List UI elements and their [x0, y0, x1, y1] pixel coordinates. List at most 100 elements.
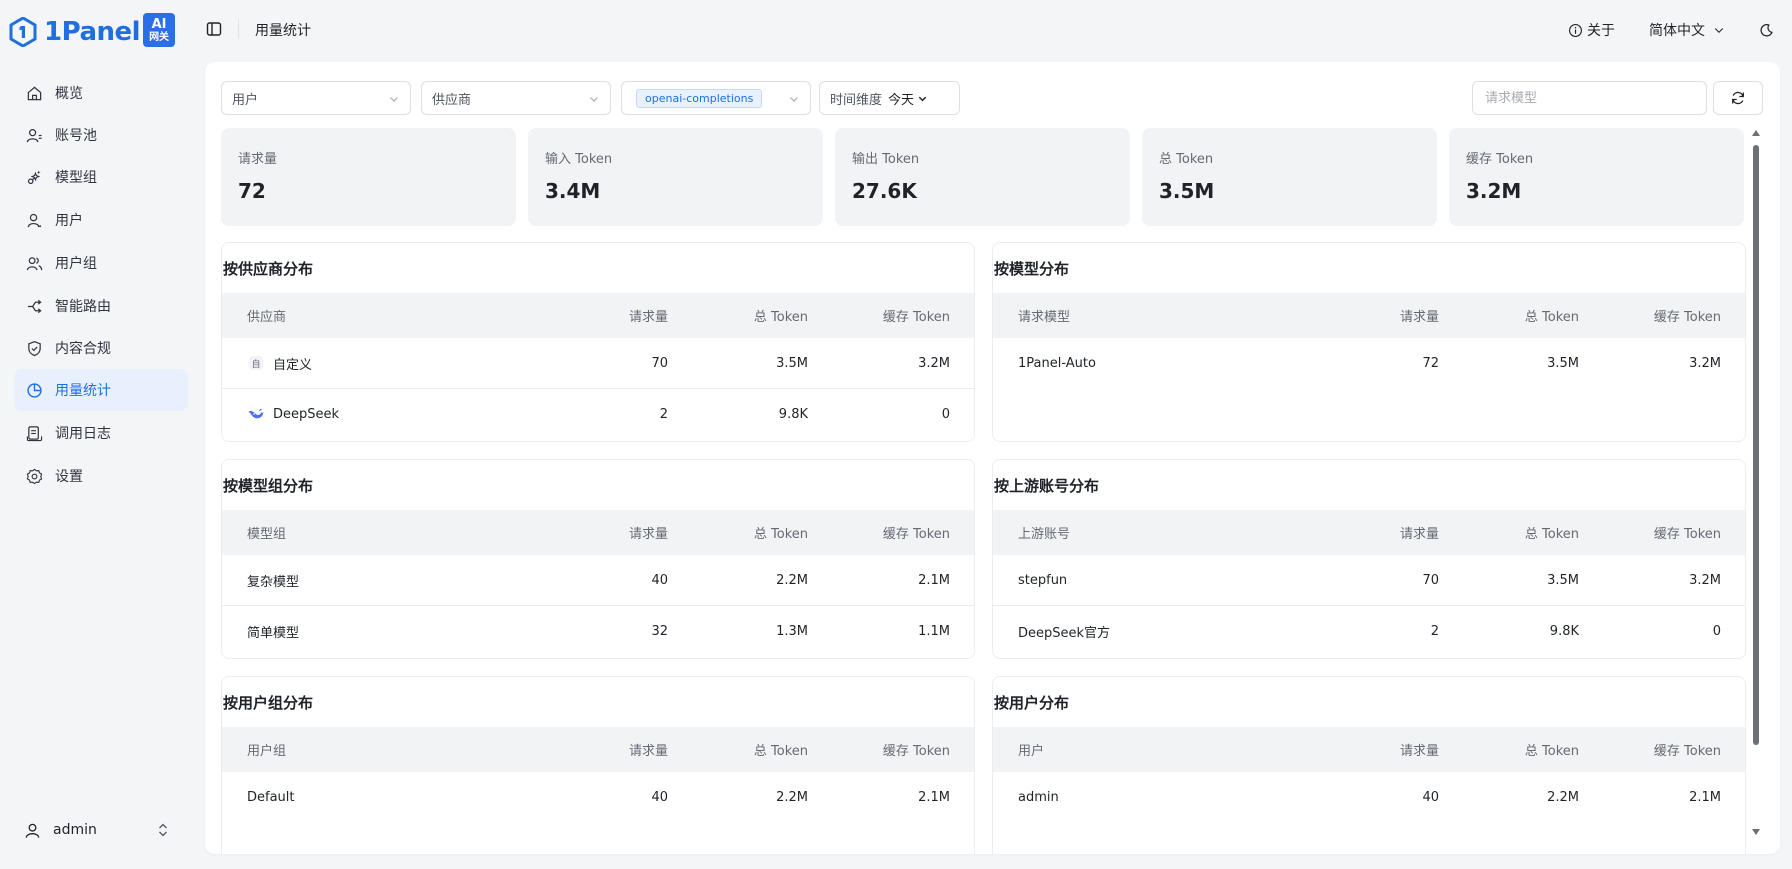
language-select[interactable]: 简体中文 [1649, 20, 1725, 40]
sidebar-item-usage-stats[interactable]: 用量统计 [14, 369, 188, 411]
panel-by-user: 按用户分布 用户 请求量 总 Token 缓存 Token admin 40 2… [992, 676, 1746, 854]
model-group-cell: 复杂模型 [247, 574, 300, 590]
about-link[interactable]: 关于 [1568, 20, 1615, 40]
col-header: 请求量 [628, 744, 668, 759]
table-row: 复杂模型 40 2.2M 2.1M [222, 555, 974, 606]
user-filter-placeholder: 用户 [232, 92, 259, 108]
stat-label: 输出 Token [852, 152, 920, 167]
model-group-cell: 简单模型 [247, 626, 300, 641]
requests-cell: 72 [1422, 356, 1439, 371]
total-token-cell: 3.5M [1547, 572, 1579, 588]
provider-filter-select[interactable]: 供应商 [421, 81, 611, 115]
sidebar-item-compliance[interactable]: 内容合规 [14, 327, 188, 369]
refresh-button[interactable] [1713, 81, 1763, 115]
col-header: 缓存 Token [882, 310, 950, 325]
stat-card-input-token: 输入 Token 3.4M [528, 128, 823, 226]
col-header: 请求量 [628, 527, 668, 542]
refresh-icon [1732, 91, 1744, 105]
table-row: stepfun 70 3.5M 3.2M [993, 555, 1745, 606]
cache-token-cell: 2.1M [918, 790, 950, 805]
table-header: 用户 请求量 总 Token 缓存 Token [993, 727, 1745, 772]
dark-mode-moon-icon[interactable] [1759, 23, 1774, 38]
col-header: 总 Token [1524, 527, 1579, 542]
request-model-search-input[interactable] [1472, 81, 1707, 115]
user-filter-select[interactable]: 用户 [221, 81, 411, 115]
provider-name: DeepSeek [273, 407, 340, 422]
col-header: 缓存 Token [1653, 744, 1721, 759]
top-bar: 1Panel AI 网关 用量统计 关于 简体中文 [0, 0, 1792, 60]
stat-value: 3.5M [1159, 179, 1215, 203]
table-header: 上游账号 请求量 总 Token 缓存 Token [993, 510, 1745, 555]
col-header: 总 Token [753, 527, 808, 542]
pie-chart-icon [27, 382, 42, 398]
about-label: 关于 [1587, 23, 1615, 39]
col-header: 上游账号 [1018, 527, 1071, 542]
scrollbar-thumb[interactable] [1753, 145, 1759, 745]
requests-cell: 40 [1422, 790, 1439, 805]
main-content: 用户 供应商 openai-completions 时间维度 今天 请求量 72… [205, 62, 1780, 854]
brand-logo[interactable]: 1Panel AI 网关 [8, 12, 176, 52]
col-header: 请求量 [628, 310, 668, 325]
cache-token-cell: 3.2M [1689, 356, 1721, 371]
sidebar-item-overview[interactable]: 概览 [14, 72, 188, 114]
sidebar-item-call-logs[interactable]: 调用日志 [14, 412, 188, 454]
table-header: 用户组 请求量 总 Token 缓存 Token [222, 727, 974, 772]
endpoint-filter-select[interactable]: openai-completions [621, 81, 811, 115]
stat-value: 72 [238, 179, 266, 203]
table-header: 请求模型 请求量 总 Token 缓存 Token [993, 293, 1745, 338]
stat-label: 输入 Token [545, 152, 613, 167]
custom-provider-icon: 自 [249, 356, 263, 370]
sidebar-item-label: 用户 [55, 213, 83, 229]
table-row: admin 40 2.2M 2.1M [993, 772, 1745, 823]
requests-cell: 2 [1430, 624, 1439, 639]
chevron-up-down-icon [159, 823, 167, 837]
chevron-down-icon [590, 97, 598, 102]
provider-filter-placeholder: 供应商 [432, 92, 472, 108]
sidebar-item-label: 用量统计 [55, 383, 111, 399]
sidebar-item-users[interactable]: 用户 [14, 199, 188, 241]
table-row: 简单模型 32 1.3M 1.1M [222, 606, 974, 657]
panel-by-model-group: 按模型组分布 模型组 请求量 总 Token 缓存 Token 复杂模型 40 … [221, 459, 975, 659]
cache-token-cell: 1.1M [918, 624, 950, 639]
total-token-cell: 3.5M [776, 355, 808, 371]
sidebar-item-smart-route[interactable]: 智能路由 [14, 285, 188, 327]
panel-title: 按用户组分布 [223, 694, 314, 712]
provider-name: 自定义 [273, 357, 313, 373]
total-token-cell: 2.2M [1547, 790, 1579, 805]
sidebar-item-label: 智能路由 [55, 299, 111, 315]
shield-icon [28, 340, 41, 356]
sidebar-item-account-pool[interactable]: 账号池 [14, 114, 188, 156]
stat-label: 请求量 [238, 152, 278, 167]
time-dimension-value: 今天 [888, 92, 915, 108]
brand-badge-top: AI [151, 16, 167, 32]
sidebar-item-settings[interactable]: 设置 [14, 455, 188, 497]
deepseek-whale-icon [248, 408, 264, 418]
table-row: 1Panel-Auto 72 3.5M 3.2M [993, 338, 1745, 389]
content-scrollbar[interactable] [1751, 130, 1761, 835]
endpoint-chip[interactable]: openai-completions [636, 88, 763, 108]
sidebar-item-user-groups[interactable]: 用户组 [14, 242, 188, 284]
header-actions: 关于 简体中文 [1568, 16, 1774, 44]
sidebar-item-model-group[interactable]: 模型组 [14, 156, 188, 198]
user-menu[interactable]: admin [14, 810, 184, 850]
panel-title: 按供应商分布 [223, 260, 314, 278]
col-header: 总 Token [1524, 744, 1579, 759]
col-header: 用户 [1018, 744, 1045, 759]
cache-token-cell: 2.1M [918, 572, 950, 588]
panel-by-model: 按模型分布 请求模型 请求量 总 Token 缓存 Token 1Panel-A… [992, 242, 1746, 442]
scroll-down-arrow-icon[interactable] [1752, 829, 1760, 835]
svg-text:自: 自 [251, 358, 260, 370]
user-name: admin [53, 822, 97, 838]
header-divider [238, 19, 239, 39]
scroll-up-arrow-icon[interactable] [1752, 130, 1760, 136]
cache-token-cell: 0 [1712, 624, 1721, 639]
user-avatar-icon [25, 823, 40, 838]
model-group-icon [27, 169, 41, 184]
col-header: 总 Token [1524, 310, 1579, 325]
sidebar-toggle-icon[interactable] [206, 21, 222, 37]
time-dimension-select[interactable]: 时间维度 今天 [819, 81, 960, 115]
col-header: 缓存 Token [882, 527, 950, 542]
table-row: 自 自定义 70 3.5M 3.2M [222, 338, 974, 389]
stat-label: 缓存 Token [1466, 152, 1534, 167]
col-header: 供应商 [247, 310, 287, 325]
